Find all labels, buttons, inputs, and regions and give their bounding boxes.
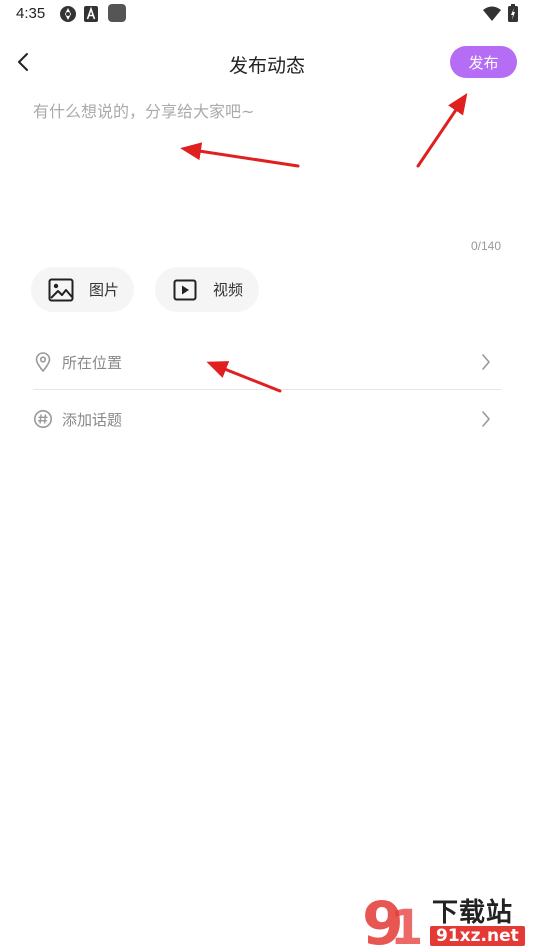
image-icon — [48, 277, 74, 303]
chevron-right-icon — [481, 410, 491, 432]
a-badge-icon — [84, 6, 98, 22]
row-divider — [33, 389, 501, 390]
post-content-input[interactable] — [33, 98, 501, 228]
app-header: 发布动态 发布 — [0, 40, 534, 86]
add-video-label: 视频 — [213, 281, 244, 299]
sync-icon — [59, 5, 77, 23]
status-time: 4:35 — [16, 5, 46, 22]
publish-button[interactable]: 发布 — [450, 46, 517, 78]
location-pin-icon — [33, 352, 53, 372]
square-app-icon — [108, 4, 126, 22]
char-counter: 0/140 — [470, 239, 501, 253]
add-image-label: 图片 — [89, 281, 120, 299]
watermark-logo: 9 1 下载站 91xz.net — [360, 886, 534, 950]
video-play-icon — [172, 277, 198, 303]
status-bar: 4:35 — [0, 0, 534, 28]
topic-label: 添加话题 — [62, 410, 123, 429]
add-video-button[interactable]: 视频 — [155, 267, 259, 312]
add-image-button[interactable]: 图片 — [31, 267, 134, 312]
watermark-brand-text: 下载站 — [432, 898, 514, 928]
svg-text:1: 1 — [390, 900, 423, 950]
topic-row[interactable]: 添加话题 — [33, 391, 501, 447]
battery-charging-icon — [508, 4, 518, 22]
hashtag-icon — [33, 409, 53, 429]
watermark-domain-text: 91xz.net — [430, 926, 525, 946]
location-row[interactable]: 所在位置 — [33, 334, 501, 390]
wifi-icon — [483, 6, 501, 21]
location-label: 所在位置 — [62, 353, 123, 372]
chevron-right-icon — [481, 353, 491, 375]
